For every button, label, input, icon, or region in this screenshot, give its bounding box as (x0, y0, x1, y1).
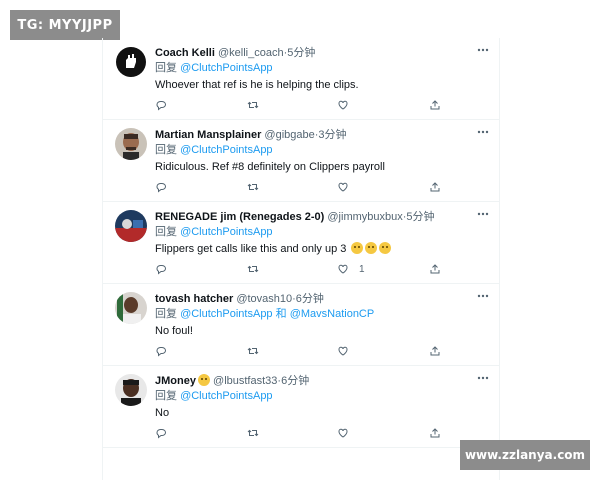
tweet-text: Ridiculous. Ref #8 definitely on Clipper… (155, 161, 385, 173)
mention-join: 和 (275, 308, 287, 320)
user-handle[interactable]: @lbustfast33 (213, 375, 277, 387)
retweet-button[interactable] (247, 98, 259, 112)
user-name[interactable]: RENEGADE jim (Renegades 2-0) (155, 211, 324, 223)
share-button[interactable] (429, 98, 441, 112)
reply-prefix: 回复 (155, 62, 177, 74)
more-icon[interactable] (475, 126, 491, 138)
share-button[interactable] (429, 262, 441, 276)
share-icon (430, 346, 440, 356)
like-button[interactable] (337, 180, 359, 194)
timestamp[interactable]: 5分钟 (287, 47, 315, 59)
heart-icon (338, 100, 348, 110)
timestamp[interactable]: 3分钟 (318, 129, 346, 141)
watermark-top: TG: MYYJJPP (10, 10, 120, 40)
avatar[interactable] (115, 46, 147, 78)
share-button[interactable] (429, 344, 441, 358)
reply-icon (156, 183, 166, 193)
share-icon (430, 428, 440, 438)
heart-icon (338, 182, 348, 192)
like-button[interactable]: 1 (337, 262, 365, 276)
mention-link[interactable]: @ClutchPointsApp (180, 62, 273, 74)
share-button[interactable] (429, 180, 441, 194)
reply-prefix: 回复 (155, 390, 177, 402)
reply-icon (156, 347, 166, 357)
tweet[interactable]: Coach Kelli @kelli_coach·5分钟 回复 @ClutchP… (103, 38, 499, 120)
reply-feed: Coach Kelli @kelli_coach·5分钟 回复 @ClutchP… (102, 38, 500, 480)
share-icon (430, 100, 440, 110)
retweet-button[interactable] (247, 426, 259, 440)
reply-prefix: 回复 (155, 144, 177, 156)
reply-button[interactable] (155, 344, 167, 358)
retweet-icon (247, 265, 259, 273)
mention-link[interactable]: @ClutchPointsApp (180, 144, 273, 156)
tweet-text: Flippers get calls like this and only up… (155, 243, 347, 255)
retweet-icon (247, 429, 259, 437)
reply-button[interactable] (155, 180, 167, 194)
retweet-icon (247, 183, 259, 191)
heart-icon (338, 346, 348, 356)
mention-link[interactable]: @MavsNationCP (290, 308, 375, 320)
retweet-icon (247, 101, 259, 109)
tweet-text: No foul! (155, 325, 193, 337)
watermark-bottom: www.zzlanya.com (460, 440, 590, 470)
more-icon[interactable] (475, 44, 491, 56)
share-icon (430, 264, 440, 274)
share-button[interactable] (429, 426, 441, 440)
mention-link[interactable]: @ClutchPointsApp (180, 390, 273, 402)
heart-icon (338, 264, 348, 274)
timestamp[interactable]: 6分钟 (296, 293, 324, 305)
more-icon[interactable] (475, 208, 491, 220)
user-handle[interactable]: @kelli_coach (218, 47, 284, 59)
tweet-text: No (155, 407, 170, 419)
like-button[interactable] (337, 426, 359, 440)
tweet-text: Whoever that ref is he is helping the cl… (155, 79, 359, 91)
avatar[interactable] (115, 128, 147, 160)
share-icon (430, 182, 440, 192)
mention-link[interactable]: @ClutchPointsApp (180, 308, 273, 320)
reply-icon (156, 101, 166, 111)
reply-button[interactable] (155, 426, 167, 440)
user-handle[interactable]: @gibgabe (264, 129, 314, 141)
avatar[interactable] (115, 210, 147, 242)
avatar[interactable] (115, 292, 147, 324)
heart-icon (338, 428, 348, 438)
user-name[interactable]: JMoney (155, 375, 196, 387)
tweet[interactable]: Martian Mansplainer @gibgabe·3分钟 回复 @Clu… (103, 120, 499, 202)
shushing-face-emoji-icon (197, 374, 210, 386)
timestamp[interactable]: 6分钟 (281, 375, 309, 387)
avatar[interactable] (115, 374, 147, 406)
user-name[interactable]: tovash hatcher (155, 293, 233, 305)
user-name[interactable]: Martian Mansplainer (155, 129, 261, 141)
reply-button[interactable] (155, 262, 167, 276)
reply-icon (156, 265, 166, 275)
like-button[interactable] (337, 98, 359, 112)
user-handle[interactable]: @tovash10 (236, 293, 292, 305)
retweet-button[interactable] (247, 344, 259, 358)
neutral-face-emoji-icon (351, 242, 364, 254)
timestamp[interactable]: 5分钟 (406, 211, 434, 223)
neutral-face-emoji-icon (379, 242, 392, 254)
reply-prefix: 回复 (155, 226, 177, 238)
tweet[interactable]: tovash hatcher @tovash10·6分钟 回复 @ClutchP… (103, 284, 499, 366)
more-icon[interactable] (475, 290, 491, 302)
like-count: 1 (359, 263, 365, 275)
tweet[interactable]: RENEGADE jim (Renegades 2-0) @jimmybuxbu… (103, 202, 499, 284)
retweet-button[interactable] (247, 180, 259, 194)
like-button[interactable] (337, 344, 359, 358)
user-name[interactable]: Coach Kelli (155, 47, 215, 59)
tweet[interactable]: JMoney @lbustfast33·6分钟 回复 @ClutchPoints… (103, 366, 499, 448)
more-icon[interactable] (475, 372, 491, 384)
retweet-button[interactable] (247, 262, 259, 276)
reply-icon (156, 429, 166, 439)
user-handle[interactable]: @jimmybuxbux (327, 211, 402, 223)
reply-prefix: 回复 (155, 308, 177, 320)
retweet-icon (247, 347, 259, 355)
reply-button[interactable] (155, 98, 167, 112)
mention-link[interactable]: @ClutchPointsApp (180, 226, 273, 238)
neutral-face-emoji-icon (365, 242, 378, 254)
